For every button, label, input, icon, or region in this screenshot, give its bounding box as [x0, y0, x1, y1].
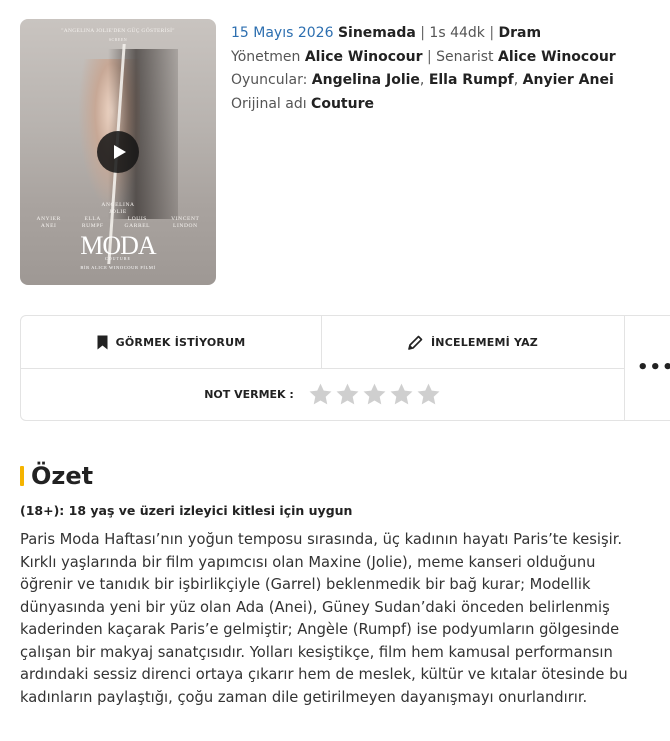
action-panel: GÖRMEK İSTİYORUM İNCELEMEMİ YAZ ••• NOT … [20, 315, 670, 421]
summary-text: Paris Moda Haftası’nın yoğun temposu sır… [20, 531, 628, 706]
more-options-button[interactable]: ••• [624, 316, 670, 420]
cast-link[interactable]: Ella Rumpf [429, 72, 514, 88]
release-row: 15 Mayıs 2026 Sinemada | 1s 44dk | Dram [231, 22, 661, 46]
writer-link[interactable]: Alice Winocour [498, 49, 616, 65]
poster-tagline-source: SCREEN [108, 37, 128, 42]
movie-poster[interactable]: "ANGELINA JOLIE'DEN GÜÇ GÖSTERİSİ" SCREE… [20, 19, 216, 285]
original-title: Couture [311, 95, 374, 112]
star-icon[interactable] [389, 382, 414, 407]
heading-accent-bar [20, 466, 24, 486]
movie-meta: 15 Mayıs 2026 Sinemada | 1s 44dk | Dram … [231, 22, 661, 116]
director-link[interactable]: Alice Winocour [305, 49, 423, 65]
crew-row: Yönetmen Alice Winocour | Senarist Alice… [231, 46, 661, 70]
poster-cast-name: ANYIER ANEI [36, 216, 61, 229]
summary-heading: Özet [20, 462, 93, 490]
poster-subtitle: COUTURE [105, 256, 131, 261]
director-label: Yönetmen [231, 48, 301, 65]
separator: | [420, 25, 425, 41]
comma: , [513, 72, 519, 88]
genre[interactable]: Dram [499, 25, 542, 41]
bookmark-icon [97, 335, 108, 349]
original-title-row: Orijinal adı Couture [231, 93, 661, 117]
star-rating[interactable] [308, 382, 441, 407]
comma: , [419, 72, 425, 88]
release-status: Sinemada [337, 25, 416, 41]
watchlist-button[interactable]: GÖRMEK İSTİYORUM [21, 316, 322, 369]
star-icon[interactable] [362, 382, 387, 407]
summary-title: Özet [31, 462, 94, 490]
writer-label: Senarist [436, 48, 494, 65]
release-date[interactable]: 15 Mayıs 2026 [231, 25, 333, 41]
play-trailer-button[interactable] [97, 131, 139, 173]
rating-row: NOT VERMEK : [21, 369, 624, 420]
poster-lead-actor: ANGELINA JOLIE [101, 202, 135, 215]
cast-row: Oyuncular: Angelina Jolie, Ella Rumpf, A… [231, 69, 661, 93]
star-icon[interactable] [335, 382, 360, 407]
original-title-label: Orijinal adı [231, 95, 307, 112]
cast-link[interactable]: Angelina Jolie [312, 72, 420, 88]
cast-link[interactable]: Anyier Anei [523, 72, 614, 88]
write-review-label: İNCELEMEMİ YAZ [431, 335, 538, 349]
watchlist-label: GÖRMEK İSTİYORUM [115, 335, 246, 349]
duration: 1s 44dk [429, 25, 485, 41]
poster-tagline: "ANGELINA JOLIE'DEN GÜÇ GÖSTERİSİ" [61, 28, 175, 34]
play-icon [113, 145, 126, 159]
star-icon[interactable] [308, 382, 333, 407]
poster-cast-name: ELLA RUMPF [81, 216, 104, 229]
poster-cast-row: ANYIER ANEI ELLA RUMPF LOUIS GARREL VINC… [26, 216, 210, 230]
poster-cast-name: VINCENT LINDON [171, 216, 200, 229]
separator: | [489, 25, 495, 41]
pencil-icon [408, 335, 423, 350]
more-dots-icon: ••• [637, 357, 670, 378]
separator: | [426, 48, 432, 65]
write-review-button[interactable]: İNCELEMEMİ YAZ [322, 316, 624, 369]
star-icon[interactable] [416, 382, 441, 407]
cast-label: Oyuncular: [231, 72, 308, 88]
poster-cast-name: LOUIS GARREL [124, 216, 151, 229]
age-rating: (18+): 18 yaş ve üzeri izleyici kitlesi … [20, 503, 353, 518]
poster-credit-line: BİR ALICE WINOCOUR FİLMİ [80, 265, 156, 270]
rating-label: NOT VERMEK : [204, 388, 294, 401]
